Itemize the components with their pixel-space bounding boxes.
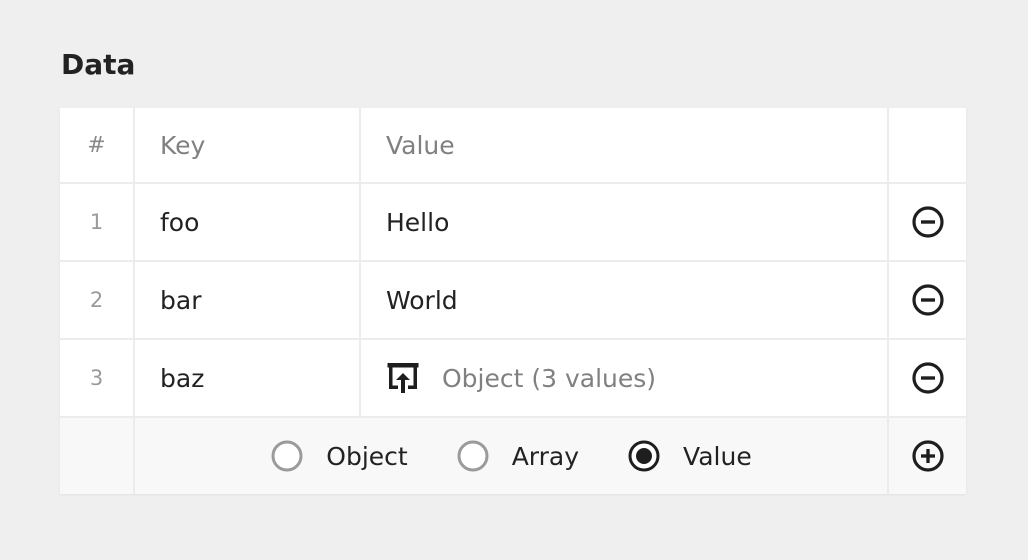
radio-label[interactable]: Object: [326, 442, 407, 471]
data-table: # Key Value 1 foo Hello 2 bar World 3 ba…: [60, 108, 966, 494]
radio-label[interactable]: Value: [683, 442, 752, 471]
key-text[interactable]: foo: [160, 208, 199, 237]
object-summary[interactable]: Object (3 values): [442, 364, 656, 393]
header-actions-cell: [889, 108, 966, 182]
section-title: Data: [61, 48, 136, 81]
row-num-cell: 1: [60, 184, 135, 260]
radio-unchecked-icon[interactable]: [270, 439, 304, 473]
key-cell[interactable]: bar: [135, 262, 361, 338]
remove-row-button[interactable]: [911, 205, 945, 239]
footer-num-cell: [60, 418, 135, 494]
key-cell[interactable]: foo: [135, 184, 361, 260]
radio-label[interactable]: Array: [512, 442, 579, 471]
header-key: Key: [160, 130, 206, 160]
table-row: 2 bar World: [60, 262, 966, 340]
minus-circle-icon: [911, 206, 944, 238]
plus-circle-icon: [911, 440, 944, 472]
header-num: #: [87, 132, 106, 158]
key-text[interactable]: baz: [160, 364, 204, 393]
remove-row-button[interactable]: [911, 361, 945, 395]
radio-unchecked-icon[interactable]: [456, 439, 490, 473]
header-value-cell: Value: [361, 108, 889, 182]
header-num-cell: #: [60, 108, 135, 182]
header-key-cell: Key: [135, 108, 361, 182]
open-object-icon[interactable]: [386, 361, 420, 395]
header-value: Value: [386, 130, 455, 160]
row-number: 1: [89, 210, 104, 234]
value-cell[interactable]: Hello: [361, 184, 889, 260]
radio-checked-icon[interactable]: [627, 439, 661, 473]
row-number: 3: [89, 366, 104, 390]
radio-object[interactable]: Object: [270, 439, 408, 473]
table-header-row: # Key Value: [60, 108, 966, 184]
table-row: 1 foo Hello: [60, 184, 966, 262]
table-row: 3 baz Object (3 values): [60, 340, 966, 418]
row-num-cell: 2: [60, 262, 135, 338]
minus-circle-icon: [911, 362, 944, 394]
minus-circle-icon: [911, 284, 944, 316]
add-row-button[interactable]: [911, 439, 945, 473]
row-num-cell: 3: [60, 340, 135, 416]
row-number: 2: [89, 288, 104, 312]
footer-actions-cell: [889, 418, 966, 494]
actions-cell: [889, 184, 966, 260]
key-text[interactable]: bar: [160, 286, 201, 315]
actions-cell: [889, 262, 966, 338]
value-text[interactable]: World: [386, 286, 458, 315]
remove-row-button[interactable]: [911, 283, 945, 317]
add-row: Object Array Value: [60, 418, 966, 494]
radio-value[interactable]: Value: [627, 439, 752, 473]
radio-array[interactable]: Array: [456, 439, 579, 473]
value-text[interactable]: Hello: [386, 208, 449, 237]
key-cell[interactable]: baz: [135, 340, 361, 416]
actions-cell: [889, 340, 966, 416]
value-cell[interactable]: Object (3 values): [361, 340, 889, 416]
value-cell[interactable]: World: [361, 262, 889, 338]
add-type-radio-group: Object Array Value: [135, 418, 889, 494]
